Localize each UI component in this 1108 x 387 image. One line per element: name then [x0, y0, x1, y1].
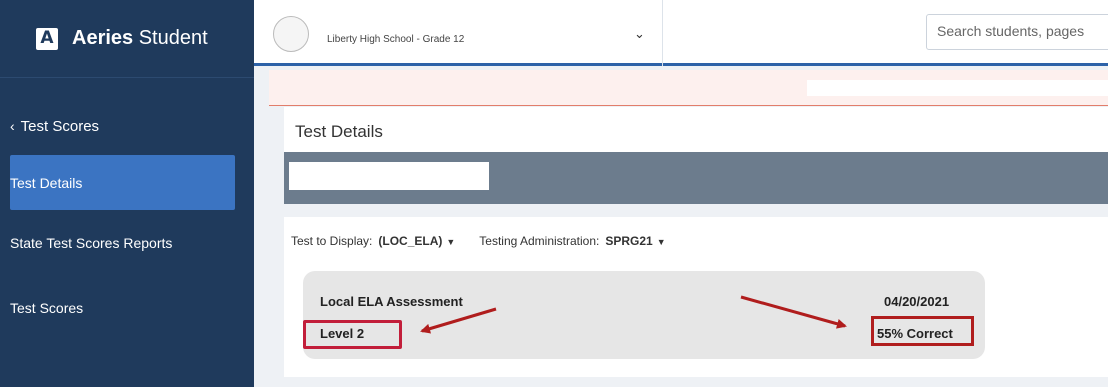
level-highlight-box	[303, 320, 402, 349]
sidebar-back-label: Test Scores	[20, 117, 100, 135]
brand[interactable]: A Aeries Student	[0, 0, 254, 78]
aeries-logo-icon: A	[36, 27, 58, 50]
assessment-date: 04/20/2021	[884, 294, 950, 309]
testing-administration-select[interactable]: SPRG21	[605, 234, 652, 248]
alert-inner	[807, 80, 1108, 96]
sidebar: A Aeries Student ‹ Test Scores Test Deta…	[0, 0, 254, 387]
sidebar-item-state-test-scores-reports[interactable]: State Test Scores Reports	[10, 228, 235, 258]
sidebar-item-label: Test Scores	[10, 300, 84, 316]
chevron-left-icon: ‹	[10, 118, 15, 134]
sidebar-back-test-scores[interactable]: ‹ Test Scores	[10, 112, 235, 140]
divider	[662, 0, 663, 66]
alert-strip	[269, 70, 1108, 106]
percent-highlight-box	[871, 316, 974, 346]
sidebar-item-test-scores[interactable]: Test Scores	[10, 293, 235, 323]
top-bar: Liberty High School - Grade 12 ⌄ Search …	[254, 0, 1108, 66]
test-to-display-label: Test to Display:	[291, 234, 373, 248]
student-name-box	[289, 162, 489, 190]
test-to-display-select[interactable]: (LOC_ELA)	[378, 234, 442, 248]
caret-down-icon[interactable]: ▼	[446, 237, 455, 247]
panel-header	[284, 107, 1108, 152]
school-logo-icon	[273, 16, 309, 52]
chevron-down-icon[interactable]: ⌄	[634, 26, 645, 42]
brand-name: Aeries Student	[72, 27, 208, 49]
school-selector-label[interactable]: Liberty High School - Grade 12	[327, 34, 464, 45]
search-input[interactable]: Search students, pages	[926, 14, 1108, 50]
sidebar-item-label: State Test Scores Reports	[10, 235, 173, 251]
testing-administration-label: Testing Administration:	[479, 234, 600, 248]
sidebar-item-label: Test Details	[10, 174, 83, 191]
filter-row: Test to Display: (LOC_ELA) ▼ Testing Admini…	[291, 234, 666, 248]
caret-down-icon[interactable]: ▼	[657, 237, 666, 247]
assessment-title: Local ELA Assessment	[320, 294, 463, 309]
page-title: Test Details	[295, 122, 383, 141]
sidebar-item-test-details[interactable]: Test Details	[10, 155, 235, 210]
